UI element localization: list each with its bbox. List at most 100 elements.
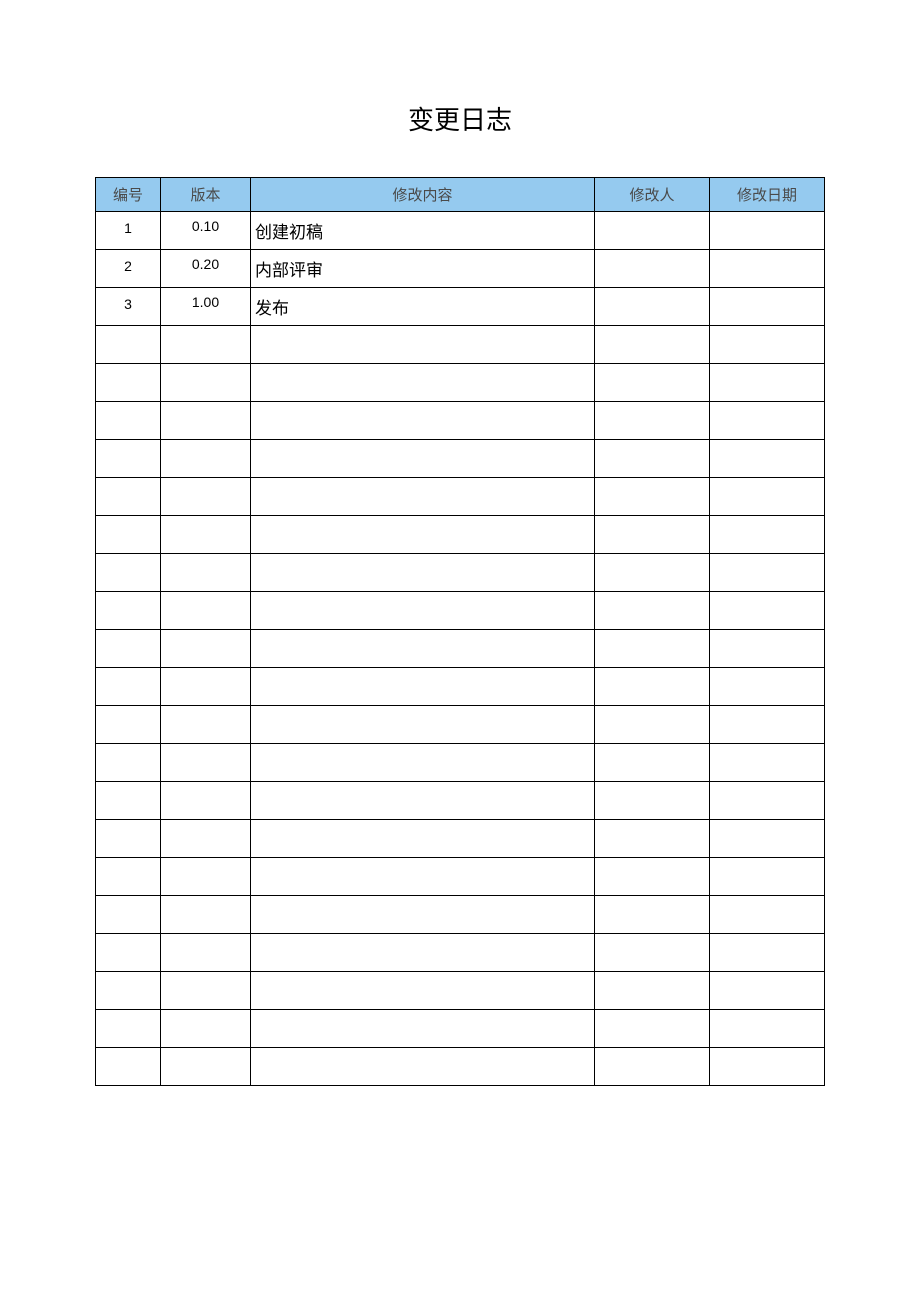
table-row (96, 858, 825, 896)
cell-date (710, 706, 825, 744)
cell-date (710, 934, 825, 972)
cell-version: 1.00 (161, 288, 251, 326)
cell-version (161, 1048, 251, 1086)
cell-version (161, 402, 251, 440)
table-row (96, 478, 825, 516)
table-row (96, 934, 825, 972)
cell-who (595, 858, 710, 896)
table-row (96, 516, 825, 554)
cell-date (710, 478, 825, 516)
cell-who (595, 630, 710, 668)
table-row (96, 744, 825, 782)
cell-id (96, 896, 161, 934)
cell-id: 1 (96, 212, 161, 250)
cell-who (595, 250, 710, 288)
table-row (96, 668, 825, 706)
cell-id (96, 1010, 161, 1048)
cell-id (96, 934, 161, 972)
cell-who (595, 288, 710, 326)
cell-id (96, 782, 161, 820)
page-title: 变更日志 (95, 100, 825, 137)
cell-date (710, 744, 825, 782)
cell-date (710, 820, 825, 858)
cell-date (710, 364, 825, 402)
cell-id (96, 516, 161, 554)
changelog-table: 编号 版本 修改内容 修改人 修改日期 10.10创建初稿20.20内部评审31… (95, 177, 825, 1086)
cell-date (710, 1010, 825, 1048)
cell-id (96, 972, 161, 1010)
cell-date (710, 440, 825, 478)
cell-desc (251, 820, 595, 858)
cell-desc (251, 668, 595, 706)
table-row (96, 554, 825, 592)
cell-version (161, 934, 251, 972)
cell-version: 0.10 (161, 212, 251, 250)
cell-desc (251, 744, 595, 782)
cell-date (710, 554, 825, 592)
cell-who (595, 896, 710, 934)
table-row (96, 592, 825, 630)
table-row (96, 1010, 825, 1048)
cell-date (710, 858, 825, 896)
cell-date (710, 212, 825, 250)
table-row (96, 326, 825, 364)
cell-desc: 创建初稿 (251, 212, 595, 250)
cell-who (595, 364, 710, 402)
table-row (96, 630, 825, 668)
cell-version (161, 630, 251, 668)
cell-desc: 发布 (251, 288, 595, 326)
cell-version (161, 896, 251, 934)
cell-version (161, 706, 251, 744)
table-row: 31.00发布 (96, 288, 825, 326)
cell-who (595, 516, 710, 554)
cell-id (96, 478, 161, 516)
cell-date (710, 326, 825, 364)
cell-id (96, 326, 161, 364)
table-row (96, 440, 825, 478)
cell-who (595, 820, 710, 858)
col-header-date: 修改日期 (710, 178, 825, 212)
cell-desc (251, 478, 595, 516)
cell-version (161, 972, 251, 1010)
cell-date (710, 516, 825, 554)
cell-desc (251, 1048, 595, 1086)
cell-id (96, 554, 161, 592)
table-row (96, 364, 825, 402)
cell-version (161, 516, 251, 554)
cell-version (161, 744, 251, 782)
col-header-version: 版本 (161, 178, 251, 212)
cell-desc (251, 326, 595, 364)
cell-desc (251, 630, 595, 668)
cell-who (595, 706, 710, 744)
cell-who (595, 782, 710, 820)
cell-who (595, 212, 710, 250)
document-page: 变更日志 编号 版本 修改内容 修改人 修改日期 10.10创建初稿20.20内… (0, 0, 920, 1146)
cell-who (595, 1048, 710, 1086)
cell-id (96, 1048, 161, 1086)
cell-id (96, 706, 161, 744)
cell-desc (251, 934, 595, 972)
cell-who (595, 972, 710, 1010)
table-row (96, 1048, 825, 1086)
cell-date (710, 896, 825, 934)
cell-id: 2 (96, 250, 161, 288)
cell-who (595, 668, 710, 706)
cell-who (595, 744, 710, 782)
cell-who (595, 326, 710, 364)
table-row (96, 706, 825, 744)
cell-id (96, 402, 161, 440)
cell-id (96, 668, 161, 706)
cell-desc (251, 402, 595, 440)
cell-id (96, 592, 161, 630)
cell-desc (251, 592, 595, 630)
cell-who (595, 1010, 710, 1048)
cell-desc (251, 858, 595, 896)
cell-who (595, 478, 710, 516)
cell-id (96, 858, 161, 896)
cell-version (161, 820, 251, 858)
cell-version (161, 592, 251, 630)
cell-desc (251, 972, 595, 1010)
cell-desc (251, 896, 595, 934)
cell-version (161, 554, 251, 592)
cell-date (710, 1048, 825, 1086)
